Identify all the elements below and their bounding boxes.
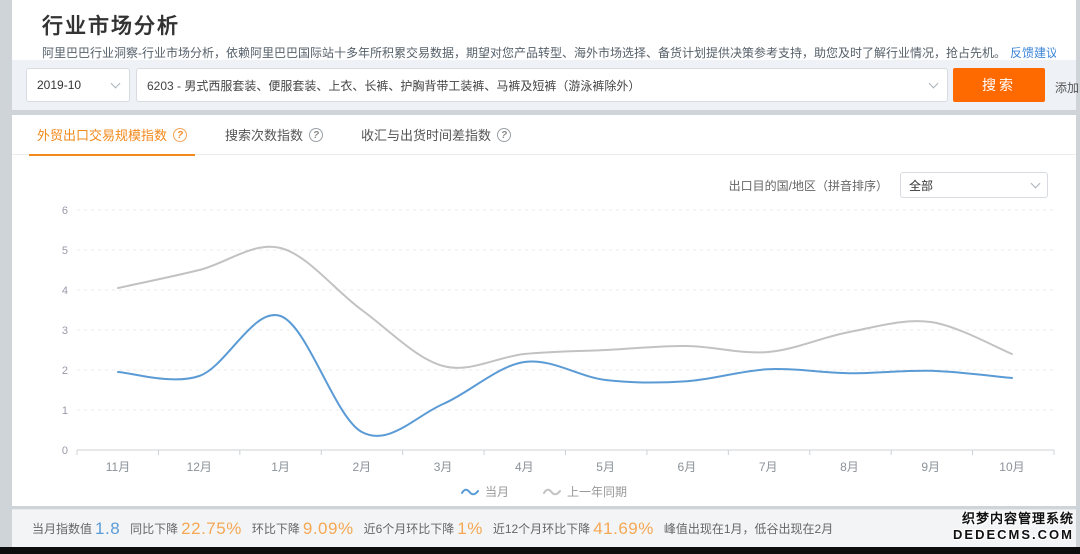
page-title: 行业市场分析: [42, 15, 180, 38]
stats-bar: 当月指数值 1.8 同比下降 22.75% 环比下降 9.09% 近6个月环比下…: [12, 509, 1076, 547]
search-button[interactable]: 搜索: [953, 68, 1045, 102]
stat-label: 峰值出现在1月，低谷出现在2月: [663, 522, 834, 536]
x-tick-label: 10月: [999, 460, 1024, 474]
stat-value: 22.75%: [181, 518, 242, 538]
y-tick-label: 2: [62, 365, 68, 377]
x-tick-label: 7月: [759, 460, 778, 474]
tabs: 外贸出口交易规模指数 ? 搜索次数指数 ? 收汇与出货时间差指数 ?: [12, 115, 1076, 156]
help-icon[interactable]: ?: [309, 127, 324, 142]
legend-label: 上一年同期: [567, 485, 628, 499]
x-tick-label: 11月: [106, 460, 130, 474]
country-filter-label: 出口目的国/地区（拼音排序）: [728, 178, 888, 193]
legend-item-current-month[interactable]: 当月: [460, 483, 509, 500]
stat-value: 1%: [457, 518, 483, 538]
stat-6month-decline: 近6个月环比下降 1%: [364, 519, 493, 539]
x-tick-label: 12月: [187, 460, 212, 474]
y-tick-label: 3: [62, 325, 68, 337]
series-line-current-month: [117, 314, 1013, 437]
stat-label: 同比下降: [130, 522, 179, 536]
series-line-last-year: [117, 245, 1013, 369]
stat-label: 近6个月环比下降: [363, 522, 455, 536]
tab-export-trade-scale-index[interactable]: 外贸出口交易规模指数 ?: [28, 115, 196, 156]
watermark: 织梦内容管理系统 DEDECMS.COM: [953, 511, 1074, 544]
chart-panel: 外贸出口交易规模指数 ? 搜索次数指数 ? 收汇与出货时间差指数 ? 出口目的国…: [12, 115, 1076, 506]
stat-peak-trough: 峰值出现在1月，低谷出现在2月: [664, 520, 833, 537]
y-tick-label: 1: [62, 405, 68, 417]
date-select[interactable]: 2019-10: [26, 68, 130, 102]
stat-value: 9.09%: [302, 518, 354, 538]
stat-current-index: 当月指数值 1.8: [32, 519, 130, 539]
x-tick-label: 8月: [840, 460, 859, 474]
tab-label: 收汇与出货时间差指数: [361, 128, 492, 143]
y-tick-label: 4: [62, 285, 68, 297]
date-select-value: 2019-10: [37, 78, 82, 92]
filter-row: 2019-10 6203 - 男式西服套装、便服套装、上衣、长裤、护胸背带工装裤…: [12, 60, 1080, 110]
wave-line-icon: [460, 488, 479, 495]
wave-line-icon: [543, 488, 561, 495]
legend-label: 当月: [484, 485, 509, 499]
chevron-down-icon: [110, 78, 121, 88]
tab-label: 搜索次数指数: [225, 128, 304, 143]
page-description-text: 阿里巴巴行业洞察-行业市场分析，依赖阿里巴巴国际站十多年所积累交易数据，期望对您…: [42, 46, 1007, 60]
category-select-value: 6203 - 男式西服套装、便服套装、上衣、长裤、护胸背带工装裤、马裤及短裤（游…: [147, 78, 641, 93]
x-tick-label: 3月: [434, 460, 453, 474]
header-panel: 行业市场分析 阿里巴巴行业洞察-行业市场分析，依赖阿里巴巴国际站十多年所积累交易…: [12, 0, 1080, 110]
stat-12month-decline: 近12个月环比下降 41.69%: [493, 519, 664, 539]
tab-label: 外贸出口交易规模指数: [37, 128, 168, 143]
help-icon[interactable]: ?: [173, 127, 188, 142]
stat-label: 近12个月环比下降: [492, 522, 591, 536]
tab-search-count-index[interactable]: 搜索次数指数 ?: [225, 115, 324, 155]
stat-mom-decline: 环比下降 9.09%: [252, 519, 364, 539]
stat-label: 当月指数值: [32, 522, 93, 536]
watermark-line2: DEDECMS.COM: [953, 527, 1074, 543]
watermark-line1: 织梦内容管理系统: [961, 511, 1074, 526]
line-chart: 0 1 2 3 4 5 6 11月 12月 1月 2月 3月 4月 5月 6月 7月 8月 9月 10月: [62, 205, 1055, 474]
x-tick-label: 2月: [352, 460, 371, 474]
feedback-link[interactable]: 反馈建议: [1010, 46, 1056, 60]
x-tick-label: 4月: [515, 460, 534, 474]
x-tick-label: 6月: [678, 460, 697, 474]
stat-label: 环比下降: [251, 522, 300, 536]
stat-value: 1.8: [95, 518, 121, 538]
chevron-down-icon: [1030, 178, 1041, 188]
tab-payment-shipping-gap-index[interactable]: 收汇与出货时间差指数 ?: [361, 115, 512, 155]
x-tick-label: 5月: [596, 460, 615, 474]
x-tick-label: 9月: [921, 460, 940, 474]
y-tick-label: 6: [62, 205, 68, 217]
page: 行业市场分析 阿里巴巴行业洞察-行业市场分析，依赖阿里巴巴国际站十多年所积累交易…: [0, 0, 1080, 554]
page-description: 阿里巴巴行业洞察-行业市场分析，依赖阿里巴巴国际站十多年所积累交易数据，期望对您…: [42, 44, 1056, 61]
stat-yoy-decline: 同比下降 22.75%: [130, 519, 252, 539]
x-tick-label: 1月: [271, 460, 290, 474]
legend-item-last-year[interactable]: 上一年同期: [543, 483, 627, 500]
chart-legend: 当月 上一年同期: [12, 483, 1076, 500]
add-category-link[interactable]: 添加品类: [1055, 79, 1080, 96]
category-select[interactable]: 6203 - 男式西服套装、便服套装、上衣、长裤、护胸背带工装裤、马裤及短裤（游…: [136, 68, 948, 102]
country-select-value: 全部: [909, 178, 934, 193]
help-icon[interactable]: ?: [497, 127, 512, 142]
y-tick-label: 0: [62, 445, 68, 457]
y-tick-label: 5: [62, 245, 68, 257]
chevron-down-icon: [928, 78, 939, 88]
bottom-strip: [0, 547, 1080, 554]
stat-value: 41.69%: [593, 518, 654, 538]
